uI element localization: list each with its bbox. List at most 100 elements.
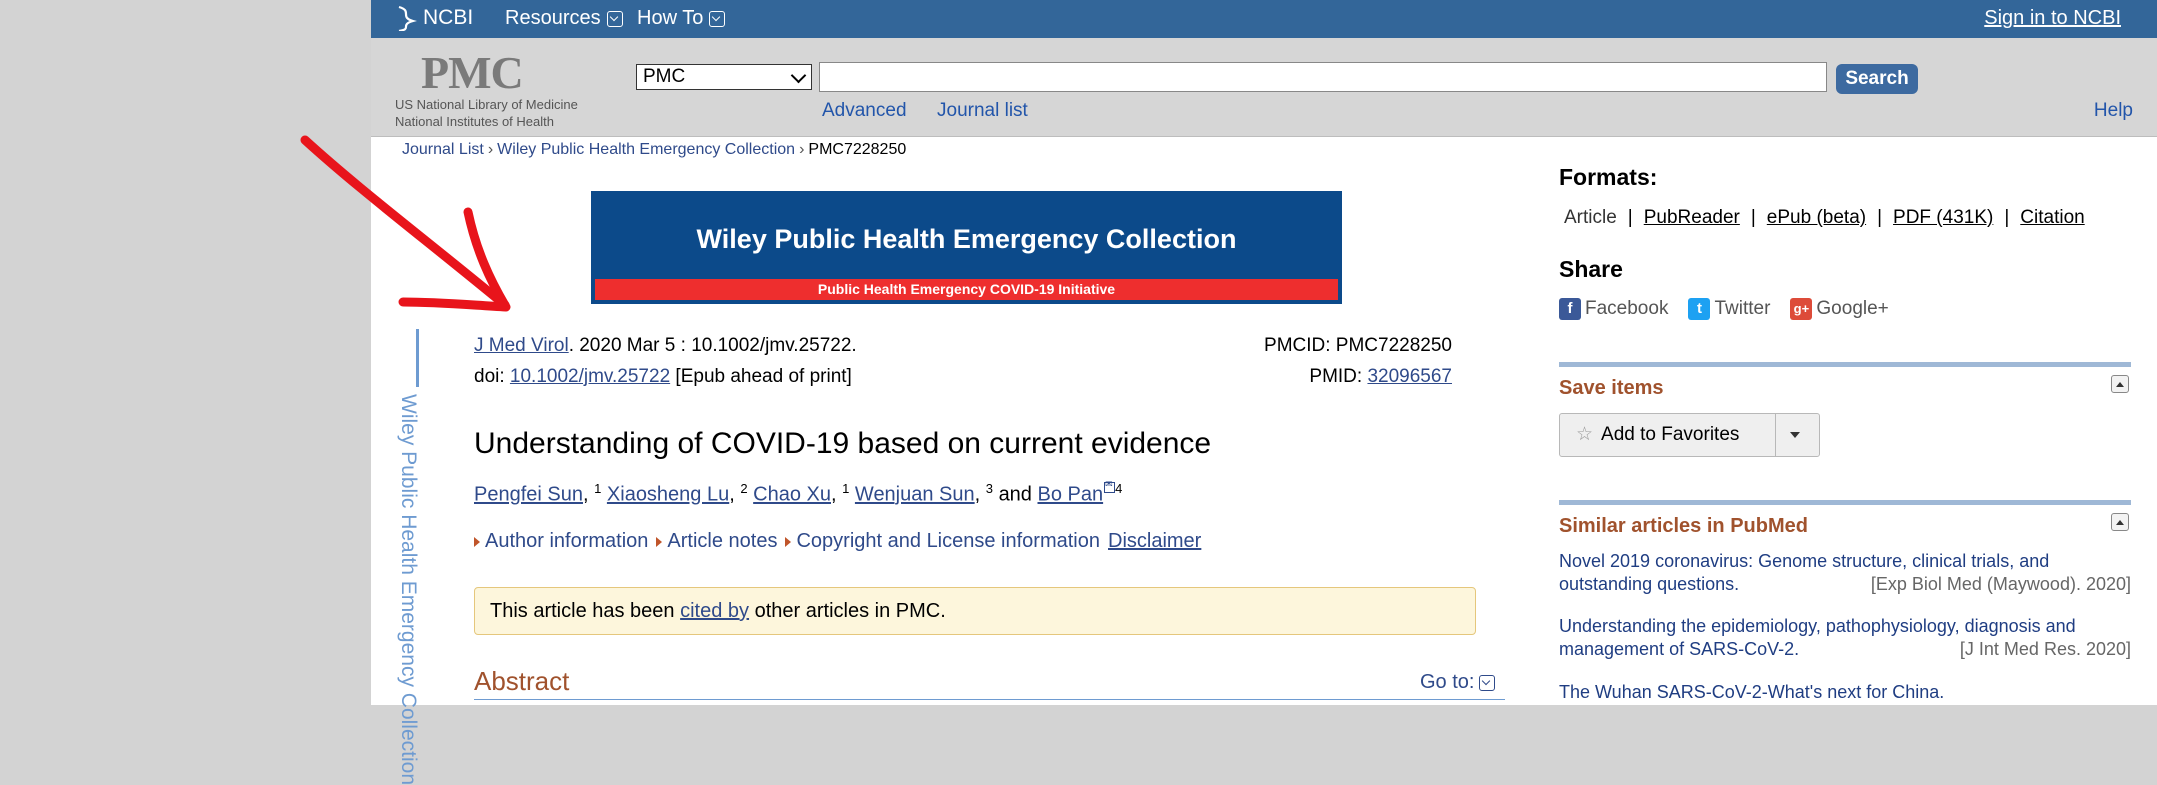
- affiliation-sup[interactable]: 4: [1115, 481, 1122, 496]
- copyright-toggle[interactable]: Copyright and License information: [785, 530, 1100, 553]
- format-pdf[interactable]: PDF (431K): [1893, 207, 1993, 229]
- formats-list: Article | PubReader | ePub (beta) | PDF (43…: [1564, 207, 2085, 229]
- add-to-favorites-button[interactable]: ☆ Add to Favorites: [1559, 413, 1820, 457]
- share-heading: Share: [1559, 256, 1623, 282]
- journal-list-link[interactable]: Journal list: [937, 100, 1028, 122]
- similar-article-item[interactable]: Understanding the epidemiology, pathophy…: [1559, 615, 2131, 661]
- abstract-heading: Abstract: [474, 666, 570, 696]
- database-select-value: PMC: [643, 66, 686, 87]
- banner-strip: Public Health Emergency COVID-19 Initiat…: [595, 279, 1338, 300]
- formats-heading: Formats:: [1559, 164, 1658, 190]
- divider: |: [1877, 207, 1883, 228]
- and-text: and: [998, 483, 1032, 506]
- collapse-save-items-button[interactable]: [2111, 375, 2129, 393]
- collapse-similar-articles-button[interactable]: [2111, 513, 2129, 531]
- similar-articles-heading: Similar articles in PubMed: [1559, 515, 1808, 537]
- author-link[interactable]: Xiaosheng Lu: [607, 484, 729, 506]
- disclaimer-link[interactable]: Disclaimer: [1108, 530, 1201, 553]
- breadcrumb-separator: ›: [799, 141, 805, 158]
- affiliation-sup[interactable]: 3: [986, 481, 993, 496]
- collection-side-text: Wiley Public Health Emergency Collection: [397, 394, 420, 785]
- author-link[interactable]: Pengfei Sun: [474, 484, 583, 506]
- format-citation[interactable]: Citation: [2020, 207, 2084, 229]
- chevron-down-icon: [606, 10, 623, 27]
- abstract-divider: [474, 699, 1505, 700]
- expand-triangle-icon: [474, 536, 480, 547]
- goto-label: Go to:: [1420, 671, 1475, 693]
- cited-by-link[interactable]: cited by: [680, 600, 749, 622]
- share-twitter-label: Twitter: [1714, 298, 1771, 320]
- google-plus-icon: g+: [1790, 298, 1813, 320]
- author-link[interactable]: Chao Xu: [753, 484, 831, 506]
- howto-label: How To: [637, 7, 704, 29]
- database-select[interactable]: PMC: [636, 64, 812, 90]
- doi-line: doi: 10.1002/jmv.25722 [Epub ahead of pr…: [474, 366, 852, 388]
- doi-link[interactable]: 10.1002/jmv.25722: [510, 366, 670, 387]
- similar-article-title[interactable]: The Wuhan SARS-CoV-2-What's next for Chi…: [1559, 682, 1944, 702]
- chevron-down-icon: [1479, 674, 1496, 691]
- divider: |: [2004, 207, 2010, 228]
- collection-side-label[interactable]: Wiley Public Health Emergency Collection: [397, 394, 422, 785]
- doi-suffix: [Epub ahead of print]: [670, 366, 852, 387]
- pmid-link[interactable]: 32096567: [1367, 366, 1452, 387]
- twitter-icon: t: [1688, 298, 1711, 320]
- share-googleplus-label: Google+: [1816, 298, 1889, 320]
- article-info-links: Author information Article notes Copyrig…: [474, 530, 1201, 553]
- ncbi-top-bar: NCBI Resources How To Sign in to NCBI: [371, 0, 2157, 38]
- format-epub[interactable]: ePub (beta): [1767, 207, 1866, 229]
- advanced-link[interactable]: Advanced: [822, 100, 907, 122]
- add-to-favorites-main[interactable]: ☆ Add to Favorites: [1560, 414, 1776, 456]
- banner-title: Wiley Public Health Emergency Collection: [696, 224, 1237, 254]
- annotation-arrow: [300, 135, 511, 312]
- search-button[interactable]: Search: [1836, 64, 1918, 94]
- favorites-dropdown-icon[interactable]: [1790, 432, 1800, 438]
- affiliation-sup[interactable]: 1: [842, 481, 849, 496]
- howto-menu[interactable]: How To: [637, 7, 726, 30]
- author-information-label: Author information: [485, 530, 649, 552]
- doi-prefix: doi:: [474, 366, 510, 387]
- pmid-label: PMID:: [1309, 366, 1368, 387]
- expand-triangle-icon: [656, 536, 663, 547]
- affiliation-sup[interactable]: 1: [594, 481, 601, 496]
- cited-pre: This article has been: [490, 600, 681, 622]
- add-to-favorites-label: Add to Favorites: [1601, 424, 1740, 445]
- browser-page: NCBI Resources How To Sign in to NCBI PM…: [371, 0, 2157, 785]
- save-items-heading: Save items: [1559, 377, 1664, 399]
- article-title: Understanding of COVID-19 based on curre…: [474, 427, 1212, 460]
- author-link[interactable]: Wenjuan Sun: [855, 484, 975, 506]
- divider: |: [1750, 207, 1756, 228]
- format-pubreader[interactable]: PubReader: [1644, 207, 1740, 229]
- chevron-down-icon: [790, 67, 807, 84]
- similar-article-item[interactable]: Novel 2019 coronavirus: Genome structure…: [1559, 550, 2131, 596]
- share-googleplus[interactable]: g+ Google+: [1790, 298, 1889, 320]
- collection-banner[interactable]: Wiley Public Health Emergency Collection…: [591, 191, 1342, 304]
- help-link[interactable]: Help: [2094, 100, 2133, 122]
- share-facebook[interactable]: f Facebook: [1559, 298, 1668, 320]
- pmc-header: PMC US National Library of Medicine Nati…: [371, 38, 2157, 137]
- author-information-toggle[interactable]: Author information: [474, 530, 648, 553]
- facebook-icon: f: [1559, 298, 1581, 320]
- star-icon: ☆: [1576, 424, 1594, 445]
- share-facebook-label: Facebook: [1585, 298, 1669, 320]
- share-twitter[interactable]: t Twitter: [1688, 298, 1770, 320]
- similar-articles-rule: [1559, 500, 2131, 505]
- cited-post: other articles in PMC.: [749, 600, 946, 622]
- affiliation-sup[interactable]: 2: [740, 481, 747, 496]
- pmcid: PMCID: PMC7228250: [1264, 335, 1452, 356]
- similar-article-item[interactable]: The Wuhan SARS-CoV-2-What's next for Chi…: [1559, 681, 2131, 704]
- share-links: f Facebook t Twitter g+ Google+: [1559, 298, 1889, 320]
- pmid-line: PMID: 32096567: [1309, 366, 1452, 388]
- email-icon[interactable]: [1104, 479, 1116, 493]
- expand-triangle-icon: [785, 536, 792, 547]
- search-input[interactable]: [819, 62, 1827, 92]
- cited-by-notice: This article has been cited by other art…: [474, 587, 1476, 635]
- goto-menu[interactable]: Go to:: [1420, 671, 1496, 694]
- citation-date: . 2020 Mar 5 : 10.1002/jmv.25722.: [568, 335, 857, 356]
- sign-in-link[interactable]: Sign in to NCBI: [1984, 7, 2121, 30]
- article-notes-toggle[interactable]: Article notes: [656, 530, 777, 553]
- similar-article-source: [J Int Med Res. 2020]: [1959, 639, 2131, 659]
- author-link[interactable]: Bo Pan: [1038, 484, 1104, 506]
- divider: |: [1627, 207, 1633, 228]
- breadcrumb-current: PMC7228250: [808, 141, 907, 158]
- article-notes-label: Article notes: [667, 530, 778, 552]
